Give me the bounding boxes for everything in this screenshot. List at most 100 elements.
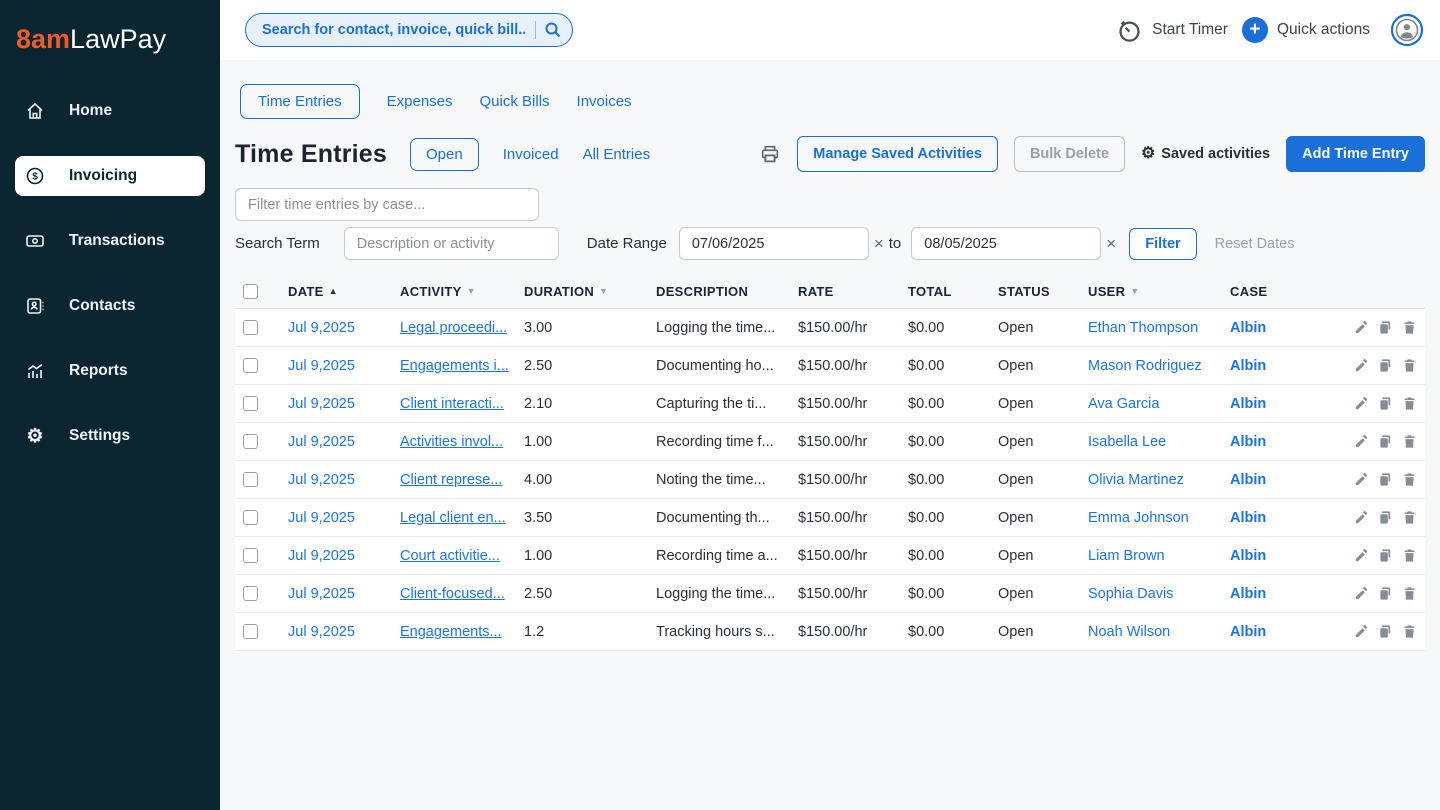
duplicate-icon[interactable] — [1378, 320, 1393, 335]
duplicate-icon[interactable] — [1378, 358, 1393, 373]
manage-saved-activities-button[interactable]: Manage Saved Activities — [797, 136, 998, 172]
edit-icon[interactable] — [1354, 586, 1369, 601]
filter-all-entries[interactable]: All Entries — [583, 146, 651, 163]
row-checkbox[interactable] — [243, 586, 258, 601]
row-checkbox[interactable] — [243, 320, 258, 335]
duplicate-icon[interactable] — [1378, 624, 1393, 639]
edit-icon[interactable] — [1354, 510, 1369, 525]
case-link[interactable]: Albin — [1230, 624, 1266, 640]
activity-link[interactable]: Engagements... — [400, 624, 502, 640]
search-icon[interactable] — [544, 21, 562, 39]
date-from-input[interactable] — [679, 227, 869, 260]
duplicate-icon[interactable] — [1378, 396, 1393, 411]
sidebar-item-contacts[interactable]: Contacts — [15, 286, 205, 326]
date-to-input[interactable] — [911, 227, 1101, 260]
row-checkbox[interactable] — [243, 548, 258, 563]
clear-date-to-icon[interactable]: × — [1106, 235, 1116, 252]
delete-icon[interactable] — [1402, 396, 1417, 411]
user-link[interactable]: Emma Johnson — [1088, 510, 1189, 526]
delete-icon[interactable] — [1402, 510, 1417, 525]
row-checkbox[interactable] — [243, 396, 258, 411]
user-link[interactable]: Mason Rodriguez — [1088, 358, 1202, 374]
case-link[interactable]: Albin — [1230, 396, 1266, 412]
delete-icon[interactable] — [1402, 624, 1417, 639]
user-link[interactable]: Olivia Martinez — [1088, 472, 1184, 488]
date-link[interactable]: Jul 9,2025 — [288, 358, 355, 374]
user-link[interactable]: Isabella Lee — [1088, 434, 1166, 450]
delete-icon[interactable] — [1402, 548, 1417, 563]
duplicate-icon[interactable] — [1378, 548, 1393, 563]
row-checkbox[interactable] — [243, 472, 258, 487]
filter-open[interactable]: Open — [410, 138, 479, 171]
case-link[interactable]: Albin — [1230, 472, 1266, 488]
row-checkbox[interactable] — [243, 510, 258, 525]
edit-icon[interactable] — [1354, 320, 1369, 335]
activity-link[interactable]: Activities invol... — [400, 434, 503, 450]
case-link[interactable]: Albin — [1230, 320, 1266, 336]
global-search[interactable] — [245, 13, 573, 47]
user-link[interactable]: Ethan Thompson — [1088, 320, 1198, 336]
tab-quick-bills[interactable]: Quick Bills — [480, 93, 550, 110]
date-link[interactable]: Jul 9,2025 — [288, 586, 355, 602]
activity-link[interactable]: Legal client en... — [400, 510, 506, 526]
column-header-activity[interactable]: ACTIVITY▼ — [392, 274, 516, 309]
case-link[interactable]: Albin — [1230, 510, 1266, 526]
activity-link[interactable]: Engagements i... — [400, 358, 509, 374]
date-link[interactable]: Jul 9,2025 — [288, 510, 355, 526]
print-icon[interactable] — [759, 143, 781, 165]
delete-icon[interactable] — [1402, 434, 1417, 449]
column-header-user[interactable]: USER▼ — [1080, 274, 1222, 309]
delete-icon[interactable] — [1402, 472, 1417, 487]
select-all-checkbox[interactable] — [243, 284, 258, 299]
activity-link[interactable]: Legal proceedi... — [400, 320, 507, 336]
app-logo[interactable]: 8amLawPay — [0, 0, 220, 87]
edit-icon[interactable] — [1354, 472, 1369, 487]
filter-button[interactable]: Filter — [1129, 228, 1196, 260]
tab-expenses[interactable]: Expenses — [387, 93, 453, 110]
case-filter-input[interactable] — [235, 188, 539, 221]
sidebar-item-settings[interactable]: ⚙ Settings — [15, 416, 205, 456]
date-link[interactable]: Jul 9,2025 — [288, 472, 355, 488]
date-link[interactable]: Jul 9,2025 — [288, 396, 355, 412]
case-link[interactable]: Albin — [1230, 358, 1266, 374]
column-header-date[interactable]: DATE▲ — [280, 274, 392, 309]
case-link[interactable]: Albin — [1230, 548, 1266, 564]
row-checkbox[interactable] — [243, 358, 258, 373]
duplicate-icon[interactable] — [1378, 586, 1393, 601]
user-link[interactable]: Sophia Davis — [1088, 586, 1173, 602]
row-checkbox[interactable] — [243, 434, 258, 449]
saved-activities-button[interactable]: ⚙ Saved activities — [1141, 146, 1270, 162]
duplicate-icon[interactable] — [1378, 472, 1393, 487]
date-link[interactable]: Jul 9,2025 — [288, 548, 355, 564]
date-link[interactable]: Jul 9,2025 — [288, 320, 355, 336]
sidebar-item-reports[interactable]: Reports — [15, 351, 205, 391]
tab-time-entries[interactable]: Time Entries — [240, 84, 360, 119]
reset-dates-button[interactable]: Reset Dates — [1215, 236, 1295, 252]
bulk-delete-button[interactable]: Bulk Delete — [1014, 136, 1125, 172]
search-term-input[interactable] — [344, 227, 559, 260]
duplicate-icon[interactable] — [1378, 510, 1393, 525]
edit-icon[interactable] — [1354, 396, 1369, 411]
start-timer-button[interactable]: Start Timer — [1116, 17, 1228, 44]
tab-invoices[interactable]: Invoices — [577, 93, 632, 110]
edit-icon[interactable] — [1354, 624, 1369, 639]
date-link[interactable]: Jul 9,2025 — [288, 434, 355, 450]
user-link[interactable]: Ava Garcia — [1088, 396, 1159, 412]
edit-icon[interactable] — [1354, 434, 1369, 449]
activity-link[interactable]: Court activitie... — [400, 548, 500, 564]
activity-link[interactable]: Client-focused... — [400, 586, 505, 602]
case-link[interactable]: Albin — [1230, 434, 1266, 450]
quick-actions-button[interactable]: + Quick actions — [1242, 17, 1370, 43]
activity-link[interactable]: Client interacti... — [400, 396, 504, 412]
sidebar-item-invoicing[interactable]: $ Invoicing — [15, 156, 205, 196]
date-link[interactable]: Jul 9,2025 — [288, 624, 355, 640]
add-time-entry-button[interactable]: Add Time Entry — [1286, 136, 1425, 172]
sidebar-item-transactions[interactable]: Transactions — [15, 221, 205, 261]
account-avatar[interactable] — [1390, 13, 1424, 47]
edit-icon[interactable] — [1354, 548, 1369, 563]
user-link[interactable]: Noah Wilson — [1088, 624, 1170, 640]
sidebar-item-home[interactable]: Home — [15, 91, 205, 131]
delete-icon[interactable] — [1402, 320, 1417, 335]
activity-link[interactable]: Client represe... — [400, 472, 502, 488]
edit-icon[interactable] — [1354, 358, 1369, 373]
